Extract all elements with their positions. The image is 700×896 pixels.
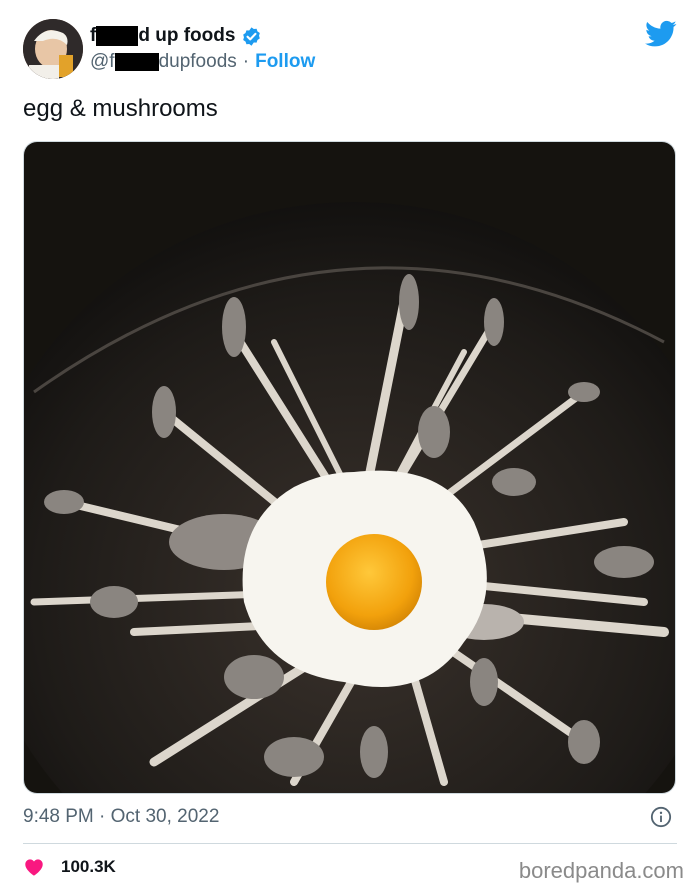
like-count: 100.3K [61, 857, 116, 876]
heart-icon[interactable] [23, 856, 45, 878]
avatar-image [23, 19, 83, 79]
verified-badge-icon [243, 26, 261, 46]
tweet-timestamp[interactable]: 9:48 PM · Oct 30, 2022 [23, 806, 219, 828]
author-handle-row: @f dupfoods · Follow [90, 50, 315, 74]
redaction-bar [96, 26, 139, 46]
author-name[interactable]: f d up foods [90, 24, 262, 48]
redaction-bar [114, 53, 159, 71]
follow-button[interactable]: Follow [255, 51, 315, 73]
author-handle-suffix: dupfoods [158, 51, 237, 72]
author-name-suffix: d up foods [138, 25, 236, 46]
tweet-text: egg & mushrooms [23, 95, 218, 122]
divider [23, 843, 677, 844]
author-handle-prefix: @f [90, 51, 115, 72]
like-row[interactable]: 100.3K [23, 856, 116, 878]
author-avatar[interactable] [23, 19, 83, 79]
info-icon[interactable] [650, 806, 672, 828]
photo-egg-and-mushrooms [24, 142, 675, 793]
watermark: boredpanda.com [518, 858, 684, 883]
separator-dot: · [242, 51, 250, 72]
tweet-photo[interactable] [23, 141, 676, 794]
twitter-bird-icon[interactable] [645, 20, 677, 48]
